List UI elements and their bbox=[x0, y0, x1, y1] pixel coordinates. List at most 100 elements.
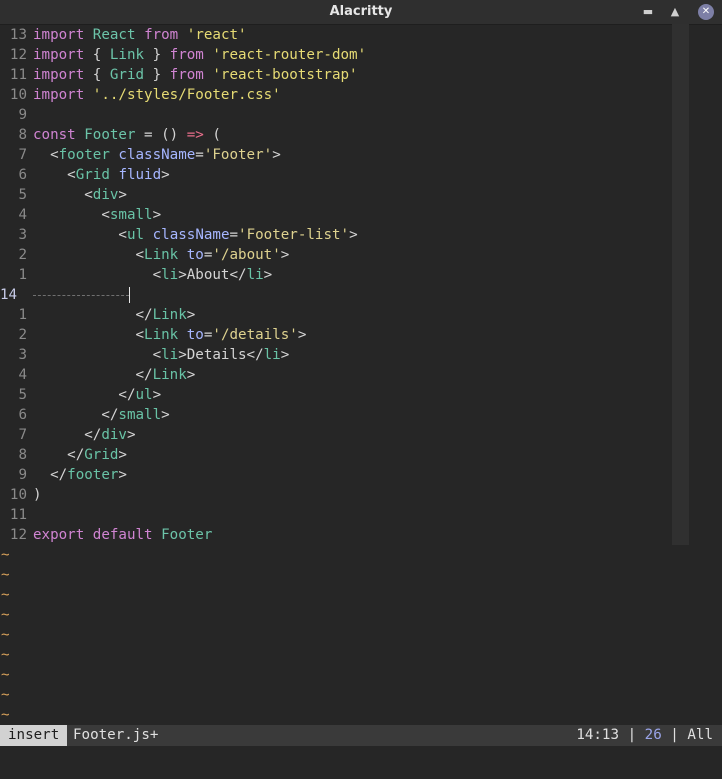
code-line[interactable]: 8 </Grid> bbox=[0, 445, 127, 465]
code-token: > bbox=[118, 467, 127, 483]
code-token: from bbox=[169, 67, 204, 83]
column-count: 26 bbox=[644, 727, 662, 743]
line-number: 3 bbox=[18, 227, 27, 243]
line-number: 2 bbox=[18, 247, 27, 263]
code-token: > bbox=[263, 267, 273, 283]
code-text: <div> bbox=[33, 185, 127, 205]
code-text: </Link> bbox=[33, 365, 195, 385]
window-title: Alacritty bbox=[329, 4, 393, 19]
empty-line-marker: ~ bbox=[1, 607, 10, 623]
line-number: 4 bbox=[18, 367, 27, 383]
line-number: 7 bbox=[18, 147, 27, 163]
code-line[interactable]: 2 <Link to='/about'> bbox=[0, 245, 289, 265]
line-number: 5 bbox=[18, 187, 27, 203]
code-token: Grid bbox=[109, 67, 145, 83]
code-text: <Link to='/details'> bbox=[33, 325, 306, 345]
text-cursor bbox=[129, 287, 130, 303]
code-token: { bbox=[84, 47, 110, 63]
code-line[interactable]: 5 </ul> bbox=[0, 385, 161, 405]
line-number: 5 bbox=[18, 387, 27, 403]
minimize-icon[interactable]: ▬ bbox=[640, 4, 656, 20]
line-number: 8 bbox=[18, 447, 27, 463]
current-code-line[interactable]: 14 bbox=[0, 285, 130, 305]
code-token: from bbox=[169, 47, 204, 63]
code-token: < bbox=[33, 327, 145, 343]
code-line[interactable]: 9 bbox=[0, 105, 27, 125]
code-line[interactable]: 9 </footer> bbox=[0, 465, 127, 485]
code-token: < bbox=[33, 267, 162, 283]
maximize-icon[interactable]: ▲ bbox=[667, 4, 683, 20]
code-text: ) bbox=[33, 485, 42, 505]
code-text: </small> bbox=[33, 405, 170, 425]
code-token: > bbox=[349, 227, 358, 243]
code-token: >About</ bbox=[178, 267, 247, 283]
code-line[interactable]: 7 <footer className='Footer'> bbox=[0, 145, 280, 165]
code-line[interactable]: 4 <small> bbox=[0, 205, 161, 225]
code-text: <li>About</li> bbox=[33, 265, 273, 285]
code-token: > bbox=[280, 347, 290, 363]
code-text: export default Footer bbox=[33, 525, 212, 545]
code-line[interactable]: 11 import { Grid } from 'react-bootstrap' bbox=[0, 65, 358, 85]
code-text: const Footer = () => ( bbox=[33, 125, 221, 145]
code-line[interactable]: 13 import React from 'react' bbox=[0, 25, 247, 45]
code-token: '/about' bbox=[212, 247, 281, 263]
code-line[interactable]: 1 <li>About</li> bbox=[0, 265, 272, 285]
code-line[interactable]: 2 <Link to='/details'> bbox=[0, 325, 306, 345]
close-icon[interactable]: ✕ bbox=[698, 4, 714, 20]
code-line[interactable]: 8 const Footer = () => ( bbox=[0, 125, 221, 145]
code-token: Link bbox=[109, 47, 145, 63]
code-line[interactable]: 3 <ul className='Footer-list'> bbox=[0, 225, 357, 245]
empty-line-marker: ~ bbox=[1, 667, 10, 683]
code-token: } bbox=[144, 67, 170, 83]
line-number: 7 bbox=[18, 427, 27, 443]
code-line[interactable]: 3 <li>Details</li> bbox=[0, 345, 289, 365]
alacritty-window: Alacritty ▬ ▲ ✕ 13 import React from 'rea… bbox=[0, 0, 722, 779]
code-token: React bbox=[92, 27, 136, 43]
code-token: </ bbox=[33, 307, 153, 323]
code-text: <ul className='Footer-list'> bbox=[33, 225, 358, 245]
line-number: 13 bbox=[9, 27, 27, 43]
code-line[interactable]: 7 </div> bbox=[0, 425, 135, 445]
code-token: < bbox=[33, 207, 110, 223]
line-number: 11 bbox=[9, 507, 27, 523]
code-line[interactable]: 6 </small> bbox=[0, 405, 169, 425]
code-token: > bbox=[161, 407, 170, 423]
code-token: footer bbox=[67, 467, 119, 483]
code-token: export bbox=[33, 527, 85, 543]
code-token: div bbox=[92, 187, 119, 203]
file-name: Footer.js+ bbox=[73, 727, 159, 743]
code-token: > bbox=[280, 247, 290, 263]
line-number: 9 bbox=[18, 467, 27, 483]
code-token: ul bbox=[135, 387, 153, 403]
scroll-indicator: All bbox=[687, 727, 713, 743]
code-token: </ bbox=[33, 467, 68, 483]
code-line[interactable]: 1 </Link> bbox=[0, 305, 195, 325]
code-line[interactable]: 10 import '../styles/Footer.css' bbox=[0, 85, 281, 105]
code-line[interactable]: 12 import { Link } from 'react-router-dom… bbox=[0, 45, 366, 65]
code-line[interactable]: 10) bbox=[0, 485, 42, 505]
line-number: 6 bbox=[18, 167, 27, 183]
code-token: Link bbox=[152, 367, 187, 383]
code-token: </ bbox=[33, 447, 85, 463]
empty-line-marker: ~ bbox=[1, 627, 10, 643]
code-token: </ bbox=[33, 427, 102, 443]
code-line[interactable]: 4 </Link> bbox=[0, 365, 195, 385]
code-text: import { Link } from 'react-router-dom' bbox=[33, 45, 366, 65]
code-text: </footer> bbox=[33, 465, 127, 485]
code-line[interactable]: 12 export default Footer bbox=[0, 525, 212, 545]
code-token: small bbox=[118, 407, 162, 423]
code-token: li bbox=[161, 347, 179, 363]
line-number: 14 bbox=[0, 287, 18, 303]
code-token: = bbox=[195, 147, 204, 163]
line-number: 1 bbox=[18, 267, 27, 283]
empty-line-marker: ~ bbox=[1, 707, 10, 723]
code-token: < bbox=[33, 167, 76, 183]
code-line[interactable]: 5 <div> bbox=[0, 185, 127, 205]
vim-editor[interactable]: 13 import React from 'react' 12 import { Li… bbox=[0, 24, 722, 724]
scrollbar[interactable] bbox=[672, 24, 689, 545]
code-token: default bbox=[92, 527, 153, 543]
code-line[interactable]: 6 <Grid fluid> bbox=[0, 165, 169, 185]
code-line[interactable]: 11 bbox=[0, 505, 27, 525]
